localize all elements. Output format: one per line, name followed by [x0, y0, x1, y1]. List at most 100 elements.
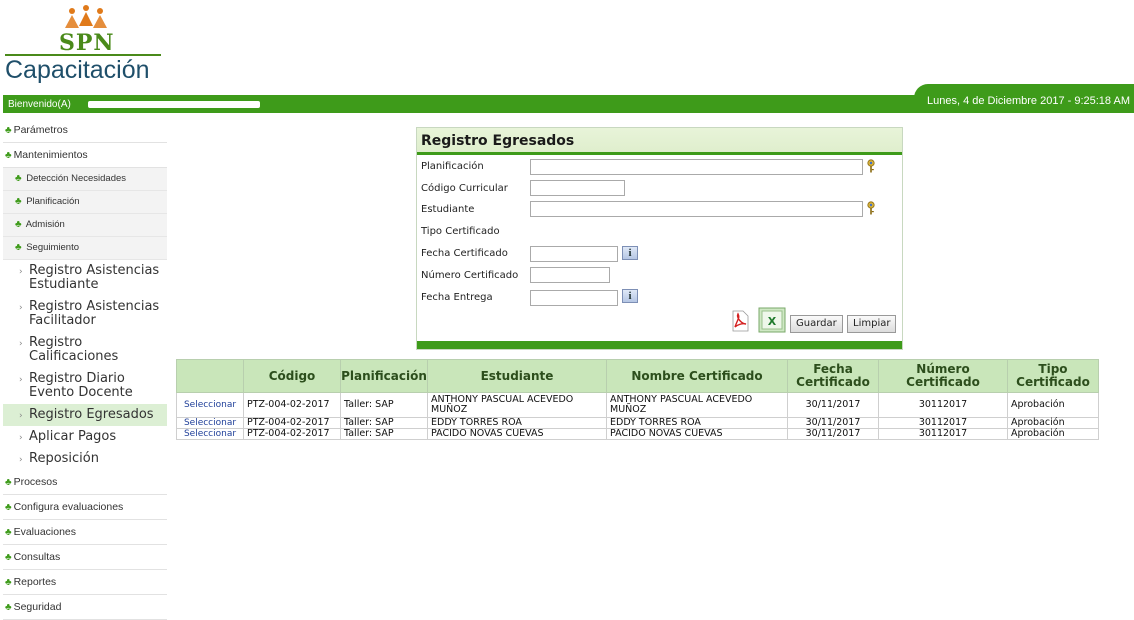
sidebar-item-label: Evaluaciones: [13, 526, 77, 538]
cell-estudiante: PACIDO NOVAS CUEVAS: [427, 428, 607, 440]
cell-codigo: PTZ-004-02-2017: [243, 417, 341, 429]
codigo-curricular-label: Código Curricular: [421, 183, 508, 194]
codigo-curricular-input[interactable]: [530, 180, 625, 196]
fecha-entrega-label: Fecha Entrega: [421, 292, 493, 303]
logo-subtitle: Capacitación: [5, 56, 150, 84]
select-link[interactable]: Seleccionar: [176, 428, 244, 440]
datetime-display: Lunes, 4 de Diciembre 2017 - 9:25:18 AM: [926, 95, 1130, 107]
numero-certificado-input[interactable]: [530, 267, 610, 283]
cell-fecha-certificado: 30/11/2017: [787, 417, 879, 429]
cell-tipo-certificado: Aprobación: [1007, 428, 1099, 440]
sidebar-item-procesos[interactable]: ♣ Procesos: [3, 470, 167, 495]
column-header-fecha-certificado: Fecha Certificado: [787, 359, 879, 393]
column-header-estudiante: Estudiante: [427, 359, 607, 393]
excel-export-icon[interactable]: X: [758, 307, 786, 333]
planificacion-label: Planificación: [421, 161, 484, 172]
sidebar-item-label: Admisión: [25, 219, 65, 230]
cell-fecha-certificado: 30/11/2017: [787, 428, 879, 440]
clear-button[interactable]: Limpiar: [847, 315, 897, 333]
welcome-text: Bienvenido(A): [8, 99, 71, 110]
cell-codigo: PTZ-004-02-2017: [243, 392, 341, 418]
egresados-table: Código Planificación Estudiante Nombre C…: [176, 359, 1099, 440]
chevron-right-icon: ›: [19, 375, 23, 385]
sidebar: ♣ Parámetros ♣ Mantenimientos ♣ Detección …: [3, 118, 167, 620]
registro-egresados-panel: Registro Egresados Planificación Código …: [416, 127, 903, 350]
sidebar-item-label: Registro Asistencias Estudiante: [29, 263, 160, 292]
cell-estudiante: ANTHONY PASCUAL ACEVEDO MUÑOZ: [427, 392, 607, 418]
clover-icon: ♣: [5, 552, 12, 563]
sidebar-item-seguridad[interactable]: ♣ Seguridad: [3, 595, 167, 620]
calendar-icon[interactable]: i: [622, 246, 638, 260]
sidebar-leaf-aplicar-pagos[interactable]: › Aplicar Pagos: [3, 426, 167, 448]
select-link[interactable]: Seleccionar: [176, 392, 244, 418]
sidebar-item-label: Procesos: [13, 476, 58, 488]
cell-fecha-certificado: 30/11/2017: [787, 392, 879, 418]
sidebar-item-parametros[interactable]: ♣ Parámetros: [3, 118, 167, 143]
table-row: Seleccionar PTZ-004-02-2017 Taller: SAP …: [176, 392, 1099, 418]
clover-icon: ♣: [15, 219, 22, 230]
fecha-entrega-input[interactable]: [530, 290, 618, 306]
estudiante-label: Estudiante: [421, 204, 475, 215]
sidebar-item-label: Configura evaluaciones: [13, 501, 124, 513]
logo: SPN Capacitación: [5, 2, 165, 88]
sidebar-item-label: Registro Calificaciones: [29, 335, 119, 364]
chevron-right-icon: ›: [19, 411, 23, 421]
column-header-numero-certificado: Número Certificado: [878, 359, 1008, 393]
sidebar-leaf-reposicion[interactable]: › Reposición: [3, 448, 167, 470]
sidebar-item-label: Planificación: [26, 196, 80, 207]
cell-numero-certificado: 30112017: [878, 417, 1008, 429]
key-search-icon[interactable]: [866, 159, 876, 173]
sidebar-item-evaluaciones[interactable]: ♣ Evaluaciones: [3, 520, 167, 545]
key-search-icon[interactable]: [866, 201, 876, 215]
select-link[interactable]: Seleccionar: [176, 417, 244, 429]
chevron-right-icon: ›: [19, 339, 23, 349]
sidebar-item-configura-evaluaciones[interactable]: ♣ Configura evaluaciones: [3, 495, 167, 520]
cell-nombre-certificado: ANTHONY PASCUAL ACEVEDO MUÑOZ: [606, 392, 788, 418]
sidebar-leaf-calificaciones[interactable]: › Registro Calificaciones: [3, 332, 167, 368]
clover-icon: ♣: [5, 577, 12, 588]
table-header-row: Código Planificación Estudiante Nombre C…: [176, 359, 1099, 393]
sidebar-sub-deteccion[interactable]: ♣ Detección Necesidades: [3, 168, 167, 191]
sidebar-sub-admision[interactable]: ♣ Admisión: [3, 214, 167, 237]
sidebar-leaf-asistencias-facilitador[interactable]: › Registro Asistencias Facilitador: [3, 296, 167, 332]
planificacion-input[interactable]: [530, 159, 863, 175]
username-redacted: [88, 101, 260, 108]
fecha-certificado-input[interactable]: [530, 246, 618, 262]
cell-numero-certificado: 30112017: [878, 392, 1008, 418]
sidebar-item-mantenimientos[interactable]: ♣ Mantenimientos: [3, 143, 167, 168]
sidebar-item-label: Aplicar Pagos: [29, 429, 117, 444]
sidebar-leaf-egresados[interactable]: › Registro Egresados: [3, 404, 167, 426]
tipo-certificado-label: Tipo Certificado: [421, 226, 500, 237]
fecha-certificado-label: Fecha Certificado: [421, 248, 508, 259]
sidebar-item-consultas[interactable]: ♣ Consultas: [3, 545, 167, 570]
clover-icon: ♣: [15, 242, 22, 253]
sidebar-item-reportes[interactable]: ♣ Reportes: [3, 570, 167, 595]
cell-estudiante: EDDY TORRES ROA: [427, 417, 607, 429]
sidebar-sub-seguimiento[interactable]: ♣ Seguimiento: [3, 237, 167, 260]
pdf-export-icon[interactable]: [730, 310, 750, 332]
sidebar-item-label: Seguridad: [13, 601, 62, 613]
sidebar-item-label: Registro Asistencias Facilitador: [29, 299, 160, 328]
svg-text:X: X: [768, 315, 777, 328]
calendar-icon[interactable]: i: [622, 289, 638, 303]
column-header-planificacion: Planificación: [340, 359, 428, 393]
clover-icon: ♣: [5, 150, 12, 161]
sidebar-item-label: Consultas: [13, 551, 61, 563]
save-button[interactable]: Guardar: [790, 315, 843, 333]
chevron-right-icon: ›: [19, 267, 23, 277]
numero-certificado-label: Número Certificado: [421, 270, 519, 281]
chevron-right-icon: ›: [19, 455, 23, 465]
people-logo-icon: [65, 5, 107, 28]
sidebar-leaf-asistencias-estudiante[interactable]: › Registro Asistencias Estudiante: [3, 260, 167, 296]
panel-footer-bar: [417, 341, 902, 349]
cell-planificacion: Taller: SAP: [340, 428, 428, 440]
chevron-right-icon: ›: [19, 303, 23, 313]
sidebar-sub-planificacion[interactable]: ♣ Planificación: [3, 191, 167, 214]
estudiante-input[interactable]: [530, 201, 863, 217]
sidebar-item-label: Registro Diario Evento Docente: [29, 371, 133, 400]
sidebar-item-label: Seguimiento: [26, 242, 80, 253]
column-header-tipo-certificado: Tipo Certificado: [1007, 359, 1099, 393]
cell-planificacion: Taller: SAP: [340, 392, 428, 418]
sidebar-leaf-diario-evento[interactable]: › Registro Diario Evento Docente: [3, 368, 167, 404]
panel-title: Registro Egresados: [417, 128, 902, 155]
